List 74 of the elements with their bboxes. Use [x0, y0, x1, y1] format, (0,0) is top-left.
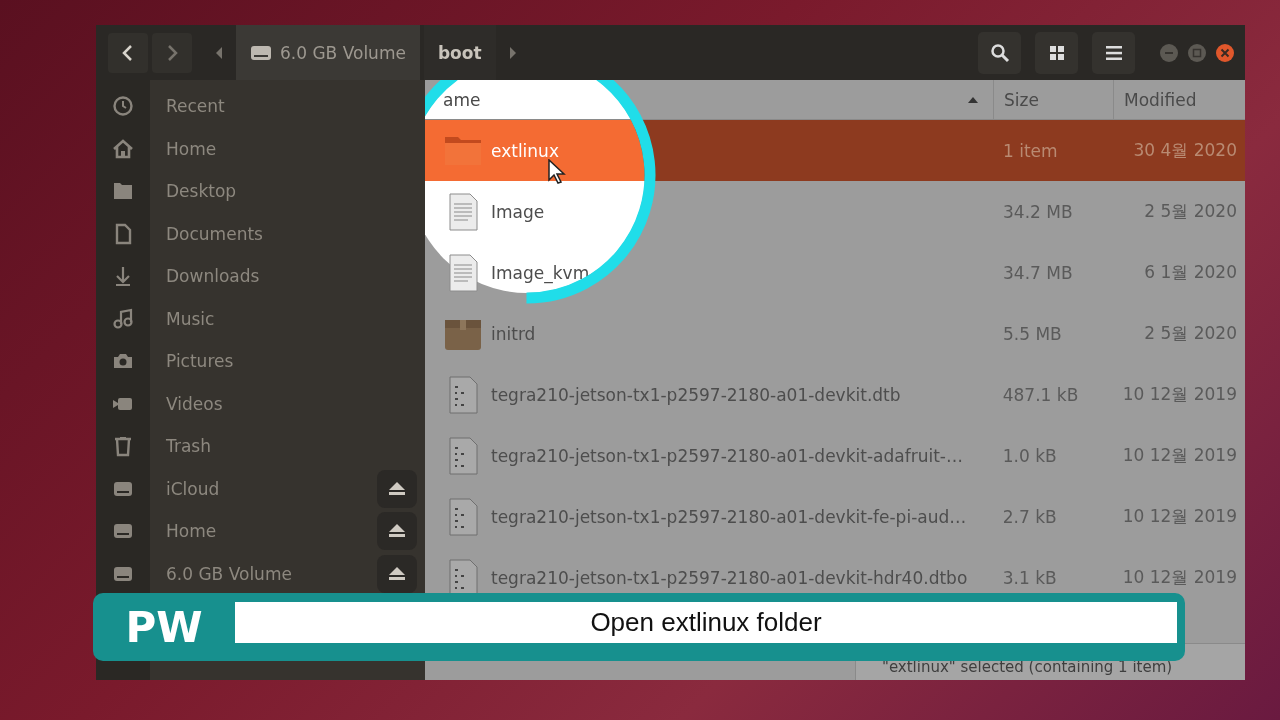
file-name: Image — [491, 201, 545, 222]
scroll-left-icon[interactable] — [214, 45, 224, 60]
back-button[interactable] — [108, 32, 148, 73]
file-name: tegra210-jetson-tx1-p2597-2180-a01-devkit-hdr40.dtbo — [491, 567, 968, 588]
sidebar-item[interactable]: Pictures — [166, 351, 425, 372]
sidebar-item[interactable]: Recent — [166, 96, 425, 117]
drive-icon — [250, 43, 272, 62]
music-icon — [112, 307, 134, 330]
grid-view-button[interactable] — [1035, 31, 1078, 74]
sidebar-item[interactable]: Music — [166, 308, 425, 329]
sidebar-item[interactable]: Documents — [166, 223, 425, 244]
file-row[interactable]: tegra210-jetson-tx1-p2597-2180-a01-devkit.dtb 487.1 kB 10 12월 2019 — [425, 364, 1245, 425]
eject-icon — [388, 480, 406, 497]
trash-icon — [112, 435, 134, 458]
file-date: 10 12월 2019 — [1122, 566, 1238, 589]
file-row[interactable]: Image 34.2 MB 2 5월 2020 — [425, 181, 1245, 242]
grid-icon — [1048, 44, 1065, 61]
clock-icon — [112, 95, 134, 118]
pointer-cursor-icon — [548, 159, 566, 185]
caption-text: Open extlinux folder — [235, 601, 1177, 643]
column-header[interactable]: Size — [993, 80, 1113, 119]
file-date: 10 12월 2019 — [1122, 383, 1238, 406]
eject-icon — [388, 523, 406, 540]
menu-icon — [1104, 44, 1123, 61]
file-size: 34.7 MB — [1002, 262, 1074, 283]
file-size: 1 item — [1002, 140, 1059, 161]
file-size: 487.1 kB — [1001, 384, 1080, 405]
file-row[interactable]: tegra210-jetson-tx1-p2597-2180-a01-devkit-adafruit-… 1.0 kB 10 12월 2019 — [425, 425, 1245, 486]
sidebar-item[interactable]: Home — [166, 521, 377, 542]
file-date: 10 12월 2019 — [1122, 505, 1238, 528]
eject-icon — [388, 565, 406, 582]
close-button[interactable] — [1215, 42, 1235, 63]
menu-button[interactable] — [1092, 31, 1135, 74]
path-button[interactable]: boot — [423, 25, 496, 80]
sidebar-item[interactable]: Home — [166, 138, 425, 159]
file-name: tegra210-jetson-tx1-p2597-2180-a01-devkit-adafruit-… — [491, 445, 963, 466]
sidebar-item[interactable]: iCloud — [166, 478, 377, 499]
forward-icon — [165, 43, 179, 62]
column-header[interactable]: Modified — [1113, 80, 1245, 119]
sidebar-item[interactable]: Downloads — [166, 266, 425, 287]
eject-button[interactable] — [377, 554, 417, 593]
file-date: 2 5월 2020 — [1143, 200, 1238, 223]
file-size: 1.0 kB — [1001, 445, 1058, 466]
file-size: 2.7 kB — [1001, 506, 1058, 527]
file-date: 6 1월 2020 — [1143, 261, 1238, 284]
file-name: initrd — [491, 323, 536, 344]
file-size: 3.1 kB — [1001, 567, 1058, 588]
file-name: extlinux — [491, 140, 559, 161]
search-icon — [989, 42, 1010, 63]
file-date: 2 5월 2020 — [1143, 322, 1238, 345]
file-name: tegra210-jetson-tx1-p2597-2180-a01-devkit-fe-pi-aud… — [491, 506, 967, 527]
sidebar-item[interactable]: Videos — [166, 393, 425, 414]
path-button[interactable]: 6.0 GB Volume — [236, 25, 420, 80]
eject-button[interactable] — [377, 469, 417, 508]
file-row[interactable]: Image_kvm 34.7 MB 6 1월 2020 — [425, 242, 1245, 303]
file-row[interactable]: tegra210-jetson-tx1-p2597-2180-a01-devkit-fe-pi-aud… 2.7 kB 10 12월 2019 — [425, 486, 1245, 547]
back-icon — [121, 43, 135, 62]
column-header[interactable]: ame — [425, 80, 993, 119]
sidebar-item[interactable]: Trash — [166, 436, 425, 457]
file-row[interactable]: extlinux 1 item 30 4월 2020 — [425, 120, 1245, 181]
search-button[interactable] — [978, 31, 1021, 74]
file-name: tegra210-jetson-tx1-p2597-2180-a01-devkit.dtb — [491, 384, 901, 405]
scroll-right-icon[interactable] — [507, 45, 518, 60]
sidebar-item[interactable]: 6.0 GB Volume — [166, 563, 377, 584]
eject-button[interactable] — [377, 512, 417, 551]
file-name: Image_kvm — [491, 262, 590, 283]
file-row[interactable]: initrd 5.5 MB 2 5월 2020 — [425, 303, 1245, 364]
file-size: 5.5 MB — [1002, 323, 1063, 344]
logo: PW — [124, 602, 204, 652]
file-size: 34.2 MB — [1002, 201, 1074, 222]
home-icon — [112, 137, 134, 160]
sidebar-item[interactable]: Desktop — [166, 181, 425, 202]
file-date: 30 4월 2020 — [1132, 139, 1238, 162]
file-date: 10 12월 2019 — [1122, 444, 1238, 467]
